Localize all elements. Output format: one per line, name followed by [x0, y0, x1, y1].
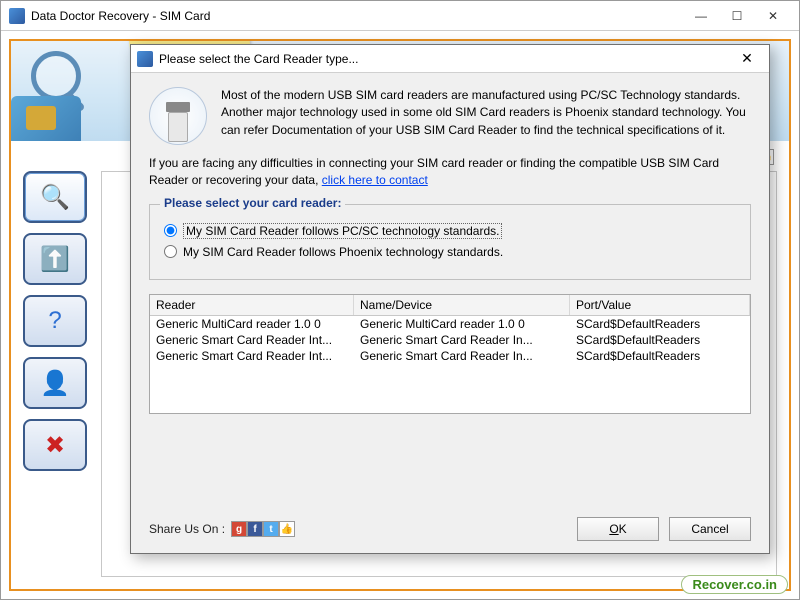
- radio-phoenix-row[interactable]: My SIM Card Reader follows Phoenix techn…: [164, 245, 736, 259]
- sidebar-user-button[interactable]: 👤: [23, 357, 87, 409]
- dialog-footer: Share Us On : g f t 👍 OK Cancel: [149, 517, 751, 541]
- card-reader-groupbox: Please select your card reader: My SIM C…: [149, 204, 751, 280]
- recover-icon: ⬆️: [37, 241, 73, 277]
- cell-reader: Generic MultiCard reader 1.0 0: [150, 316, 354, 332]
- reader-table[interactable]: Reader Name/Device Port/Value Generic Mu…: [149, 294, 751, 414]
- close-icon: ✖: [37, 427, 73, 463]
- cell-name: Generic MultiCard reader 1.0 0: [354, 316, 570, 332]
- card-reader-dialog: Please select the Card Reader type... ✕ …: [130, 44, 770, 554]
- usb-reader-icon: [149, 87, 207, 145]
- radio-pcsc[interactable]: [164, 224, 177, 237]
- radio-phoenix-label: My SIM Card Reader follows Phoenix techn…: [183, 245, 503, 259]
- dlg-like-icon[interactable]: 👍: [279, 521, 295, 537]
- groupbox-legend: Please select your card reader:: [160, 196, 345, 210]
- ok-button[interactable]: OK: [577, 517, 659, 541]
- info-row: Most of the modern USB SIM card readers …: [149, 87, 751, 145]
- info-text-1: Most of the modern USB SIM card readers …: [221, 87, 751, 139]
- radio-phoenix[interactable]: [164, 245, 177, 258]
- main-titlebar: Data Doctor Recovery - SIM Card — ☐ ✕: [1, 1, 799, 31]
- minimize-button[interactable]: —: [683, 5, 719, 27]
- dialog-close-button[interactable]: ✕: [731, 49, 763, 69]
- cell-reader: Generic Smart Card Reader Int...: [150, 332, 354, 348]
- cell-port: SCard$DefaultReaders: [570, 332, 750, 348]
- window-title: Data Doctor Recovery - SIM Card: [31, 9, 683, 23]
- th-reader[interactable]: Reader: [150, 295, 354, 315]
- close-button[interactable]: ✕: [755, 5, 791, 27]
- info-text-2: If you are facing any difficulties in co…: [149, 155, 751, 190]
- cancel-button[interactable]: Cancel: [669, 517, 751, 541]
- user-icon: 👤: [37, 365, 73, 401]
- dialog-titlebar: Please select the Card Reader type... ✕: [131, 45, 769, 73]
- search-sim-icon: 🔍: [37, 179, 73, 215]
- table-row[interactable]: Generic Smart Card Reader Int... Generic…: [150, 348, 750, 364]
- radio-pcsc-label: My SIM Card Reader follows PC/SC technol…: [183, 223, 502, 239]
- table-header: Reader Name/Device Port/Value: [150, 295, 750, 316]
- dlg-googleplus-icon[interactable]: g: [231, 521, 247, 537]
- sidebar-close-button[interactable]: ✖: [23, 419, 87, 471]
- cell-port: SCard$DefaultReaders: [570, 316, 750, 332]
- app-icon: [9, 8, 25, 24]
- th-name[interactable]: Name/Device: [354, 295, 570, 315]
- info-text-2a: If you are facing any difficulties in co…: [149, 156, 719, 187]
- dialog-icon: [137, 51, 153, 67]
- watermark: Recover.co.in: [681, 575, 788, 594]
- maximize-button[interactable]: ☐: [719, 5, 755, 27]
- cell-port: SCard$DefaultReaders: [570, 348, 750, 364]
- cell-reader: Generic Smart Card Reader Int...: [150, 348, 354, 364]
- dialog-title: Please select the Card Reader type...: [159, 52, 731, 66]
- dlg-twitter-icon[interactable]: t: [263, 521, 279, 537]
- table-row[interactable]: Generic Smart Card Reader Int... Generic…: [150, 332, 750, 348]
- dialog-body: Most of the modern USB SIM card readers …: [131, 73, 769, 553]
- cell-name: Generic Smart Card Reader In...: [354, 348, 570, 364]
- cell-name: Generic Smart Card Reader In...: [354, 332, 570, 348]
- sidebar-help-button[interactable]: ?: [23, 295, 87, 347]
- th-port[interactable]: Port/Value: [570, 295, 750, 315]
- share-label: Share Us On :: [149, 522, 225, 536]
- help-icon: ?: [37, 303, 73, 339]
- sim-chip-icon: [11, 96, 81, 141]
- contact-link[interactable]: click here to contact: [322, 173, 428, 187]
- sidebar-scan-button[interactable]: 🔍: [23, 171, 87, 223]
- table-row[interactable]: Generic MultiCard reader 1.0 0 Generic M…: [150, 316, 750, 332]
- radio-pcsc-row[interactable]: My SIM Card Reader follows PC/SC technol…: [164, 223, 736, 239]
- dlg-facebook-icon[interactable]: f: [247, 521, 263, 537]
- sidebar: 🔍 ⬆️ ? 👤 ✖: [17, 171, 93, 481]
- sidebar-recover-button[interactable]: ⬆️: [23, 233, 87, 285]
